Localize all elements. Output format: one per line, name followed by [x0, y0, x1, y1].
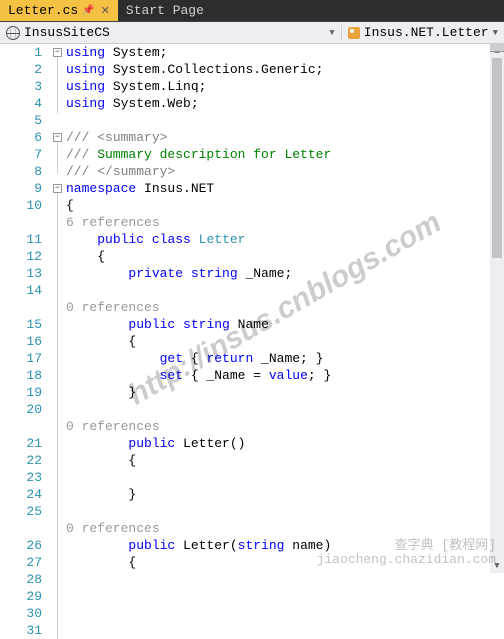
- tab-start-page[interactable]: Start Page: [118, 0, 212, 21]
- chevron-down-icon: ▼: [493, 28, 498, 38]
- project-name: InsusSiteCS: [24, 25, 110, 40]
- line-number-gutter: 1 2 3 4 5 6 7 8 9 10 11 12 13 14 15 16 1…: [0, 44, 52, 573]
- fold-toggle[interactable]: [53, 133, 62, 142]
- globe-icon: [6, 26, 20, 40]
- navigation-bar: InsusSiteCS ▼ Insus.NET.Letter ▼: [0, 22, 504, 44]
- chevron-down-icon: ▼: [329, 28, 334, 38]
- code-editor[interactable]: 1 2 3 4 5 6 7 8 9 10 11 12 13 14 15 16 1…: [0, 44, 504, 573]
- codelens[interactable]: 0 references: [66, 520, 504, 537]
- codelens[interactable]: 0 references: [66, 418, 504, 435]
- scrollbar-thumb[interactable]: [492, 58, 502, 258]
- tab-bar: Letter.cs 📌 ✕ Start Page: [0, 0, 504, 22]
- close-icon[interactable]: ✕: [101, 4, 110, 18]
- vertical-scrollbar[interactable]: ▲ ▼: [490, 44, 504, 573]
- class-name: Insus.NET.Letter: [364, 25, 489, 40]
- tab-label: Letter.cs: [8, 3, 78, 18]
- class-dropdown[interactable]: Insus.NET.Letter ▼: [341, 25, 504, 40]
- fold-gutter: [52, 44, 66, 573]
- fold-toggle[interactable]: [53, 48, 62, 57]
- split-handle[interactable]: [490, 44, 504, 52]
- fold-toggle[interactable]: [53, 184, 62, 193]
- tab-letter-cs[interactable]: Letter.cs 📌 ✕: [0, 0, 118, 21]
- codelens[interactable]: 6 references: [66, 214, 504, 231]
- codelens[interactable]: 0 references: [66, 299, 504, 316]
- project-dropdown[interactable]: InsusSiteCS ▼: [0, 25, 341, 40]
- scroll-down-icon[interactable]: ▼: [490, 559, 504, 573]
- pin-icon[interactable]: 📌: [82, 5, 94, 17]
- class-icon: [348, 27, 360, 39]
- tab-label: Start Page: [126, 3, 204, 18]
- code-area[interactable]: using System; using System.Collections.G…: [66, 44, 504, 573]
